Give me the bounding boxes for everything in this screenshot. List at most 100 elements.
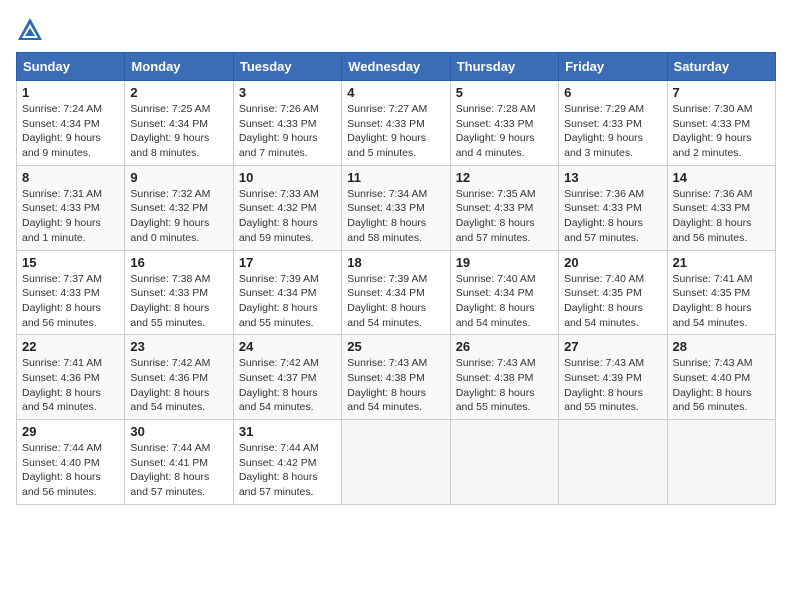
day-number: 19	[456, 255, 553, 270]
day-detail: Sunrise: 7:36 AMSunset: 4:33 PMDaylight:…	[564, 187, 661, 246]
calendar-week-5: 29Sunrise: 7:44 AMSunset: 4:40 PMDayligh…	[17, 420, 776, 505]
calendar-cell: 30Sunrise: 7:44 AMSunset: 4:41 PMDayligh…	[125, 420, 233, 505]
calendar-cell: 24 Sunrise: 7:42 AMSunset: 4:37 PMDayligh…	[233, 335, 341, 420]
day-detail: Sunrise: 7:29 AMSunset: 4:33 PMDaylight:…	[564, 102, 661, 161]
calendar-cell	[342, 420, 450, 505]
day-number: 16	[130, 255, 227, 270]
day-detail: Sunrise: 7:36 AMSunset: 4:33 PMDaylight:…	[673, 187, 770, 246]
calendar-week-1: 1 Sunrise: 7:24 AMSunset: 4:34 PMDaylight…	[17, 81, 776, 166]
header-cell-saturday: Saturday	[667, 53, 775, 81]
header-cell-thursday: Thursday	[450, 53, 558, 81]
calendar-cell: 15 Sunrise: 7:37 AMSunset: 4:33 PMDayligh…	[17, 250, 125, 335]
day-number: 1	[22, 85, 119, 100]
day-detail: Sunrise: 7:43 AMSunset: 4:38 PMDaylight:…	[456, 356, 553, 415]
day-number: 5	[456, 85, 553, 100]
calendar-cell: 17 Sunrise: 7:39 AMSunset: 4:34 PMDayligh…	[233, 250, 341, 335]
calendar-cell: 18 Sunrise: 7:39 AMSunset: 4:34 PMDayligh…	[342, 250, 450, 335]
calendar-table: SundayMondayTuesdayWednesdayThursdayFrid…	[16, 52, 776, 505]
calendar-cell: 20Sunrise: 7:40 AMSunset: 4:35 PMDayligh…	[559, 250, 667, 335]
day-detail: Sunrise: 7:39 AMSunset: 4:34 PMDaylight:…	[347, 272, 444, 331]
calendar-cell: 1 Sunrise: 7:24 AMSunset: 4:34 PMDaylight…	[17, 81, 125, 166]
calendar-cell	[667, 420, 775, 505]
calendar-cell: 3 Sunrise: 7:26 AMSunset: 4:33 PMDaylight…	[233, 81, 341, 166]
calendar-cell: 22 Sunrise: 7:41 AMSunset: 4:36 PMDayligh…	[17, 335, 125, 420]
day-number: 23	[130, 339, 227, 354]
calendar-cell: 29Sunrise: 7:44 AMSunset: 4:40 PMDayligh…	[17, 420, 125, 505]
day-number: 10	[239, 170, 336, 185]
day-detail: Sunrise: 7:39 AMSunset: 4:34 PMDaylight:…	[239, 272, 336, 331]
logo-icon	[16, 16, 44, 44]
header-row: SundayMondayTuesdayWednesdayThursdayFrid…	[17, 53, 776, 81]
day-detail: Sunrise: 7:38 AMSunset: 4:33 PMDaylight:…	[130, 272, 227, 331]
calendar-cell: 10 Sunrise: 7:33 AMSunset: 4:32 PMDayligh…	[233, 165, 341, 250]
calendar-cell: 21 Sunrise: 7:41 AMSunset: 4:35 PMDayligh…	[667, 250, 775, 335]
calendar-cell: 2Sunrise: 7:25 AMSunset: 4:34 PMDaylight…	[125, 81, 233, 166]
calendar-cell: 31 Sunrise: 7:44 AMSunset: 4:42 PMDayligh…	[233, 420, 341, 505]
day-number: 13	[564, 170, 661, 185]
day-detail: Sunrise: 7:43 AMSunset: 4:40 PMDaylight:…	[673, 356, 770, 415]
calendar-cell: 23 Sunrise: 7:42 AMSunset: 4:36 PMDayligh…	[125, 335, 233, 420]
day-number: 9	[130, 170, 227, 185]
day-number: 22	[22, 339, 119, 354]
day-number: 21	[673, 255, 770, 270]
logo	[16, 16, 48, 44]
day-detail: Sunrise: 7:24 AMSunset: 4:34 PMDaylight:…	[22, 102, 119, 161]
calendar-cell: 28 Sunrise: 7:43 AMSunset: 4:40 PMDayligh…	[667, 335, 775, 420]
calendar-cell	[450, 420, 558, 505]
day-number: 8	[22, 170, 119, 185]
day-number: 25	[347, 339, 444, 354]
day-number: 2	[130, 85, 227, 100]
calendar-cell: 6 Sunrise: 7:29 AMSunset: 4:33 PMDaylight…	[559, 81, 667, 166]
header-cell-tuesday: Tuesday	[233, 53, 341, 81]
calendar-cell: 14 Sunrise: 7:36 AMSunset: 4:33 PMDayligh…	[667, 165, 775, 250]
header-cell-monday: Monday	[125, 53, 233, 81]
day-detail: Sunrise: 7:43 AMSunset: 4:39 PMDaylight:…	[564, 356, 661, 415]
calendar-cell: 26 Sunrise: 7:43 AMSunset: 4:38 PMDayligh…	[450, 335, 558, 420]
day-detail: Sunrise: 7:42 AMSunset: 4:37 PMDaylight:…	[239, 356, 336, 415]
calendar-cell: 12Sunrise: 7:35 AMSunset: 4:33 PMDayligh…	[450, 165, 558, 250]
day-number: 15	[22, 255, 119, 270]
day-detail: Sunrise: 7:27 AMSunset: 4:33 PMDaylight:…	[347, 102, 444, 161]
day-number: 4	[347, 85, 444, 100]
day-number: 18	[347, 255, 444, 270]
day-number: 30	[130, 424, 227, 439]
header-cell-wednesday: Wednesday	[342, 53, 450, 81]
day-detail: Sunrise: 7:33 AMSunset: 4:32 PMDaylight:…	[239, 187, 336, 246]
day-detail: Sunrise: 7:30 AMSunset: 4:33 PMDaylight:…	[673, 102, 770, 161]
day-number: 17	[239, 255, 336, 270]
calendar-cell: 7 Sunrise: 7:30 AMSunset: 4:33 PMDaylight…	[667, 81, 775, 166]
calendar-cell: 11Sunrise: 7:34 AMSunset: 4:33 PMDayligh…	[342, 165, 450, 250]
calendar-body: 1 Sunrise: 7:24 AMSunset: 4:34 PMDaylight…	[17, 81, 776, 505]
calendar-cell: 5Sunrise: 7:28 AMSunset: 4:33 PMDaylight…	[450, 81, 558, 166]
day-detail: Sunrise: 7:42 AMSunset: 4:36 PMDaylight:…	[130, 356, 227, 415]
day-detail: Sunrise: 7:40 AMSunset: 4:35 PMDaylight:…	[564, 272, 661, 331]
day-number: 31	[239, 424, 336, 439]
day-detail: Sunrise: 7:31 AMSunset: 4:33 PMDaylight:…	[22, 187, 119, 246]
calendar-cell: 9 Sunrise: 7:32 AMSunset: 4:32 PMDaylight…	[125, 165, 233, 250]
day-number: 7	[673, 85, 770, 100]
day-number: 6	[564, 85, 661, 100]
day-detail: Sunrise: 7:41 AMSunset: 4:35 PMDaylight:…	[673, 272, 770, 331]
day-detail: Sunrise: 7:41 AMSunset: 4:36 PMDaylight:…	[22, 356, 119, 415]
day-number: 28	[673, 339, 770, 354]
day-number: 24	[239, 339, 336, 354]
day-number: 26	[456, 339, 553, 354]
calendar-cell: 8 Sunrise: 7:31 AMSunset: 4:33 PMDaylight…	[17, 165, 125, 250]
calendar-week-4: 22 Sunrise: 7:41 AMSunset: 4:36 PMDayligh…	[17, 335, 776, 420]
day-detail: Sunrise: 7:35 AMSunset: 4:33 PMDaylight:…	[456, 187, 553, 246]
day-detail: Sunrise: 7:37 AMSunset: 4:33 PMDaylight:…	[22, 272, 119, 331]
header-cell-sunday: Sunday	[17, 53, 125, 81]
day-number: 29	[22, 424, 119, 439]
day-number: 27	[564, 339, 661, 354]
day-detail: Sunrise: 7:44 AMSunset: 4:42 PMDaylight:…	[239, 441, 336, 500]
calendar-cell: 27 Sunrise: 7:43 AMSunset: 4:39 PMDayligh…	[559, 335, 667, 420]
calendar-cell	[559, 420, 667, 505]
day-number: 3	[239, 85, 336, 100]
day-detail: Sunrise: 7:32 AMSunset: 4:32 PMDaylight:…	[130, 187, 227, 246]
day-number: 14	[673, 170, 770, 185]
header	[16, 16, 776, 44]
day-detail: Sunrise: 7:40 AMSunset: 4:34 PMDaylight:…	[456, 272, 553, 331]
calendar-cell: 16 Sunrise: 7:38 AMSunset: 4:33 PMDayligh…	[125, 250, 233, 335]
calendar-week-2: 8 Sunrise: 7:31 AMSunset: 4:33 PMDaylight…	[17, 165, 776, 250]
day-detail: Sunrise: 7:26 AMSunset: 4:33 PMDaylight:…	[239, 102, 336, 161]
